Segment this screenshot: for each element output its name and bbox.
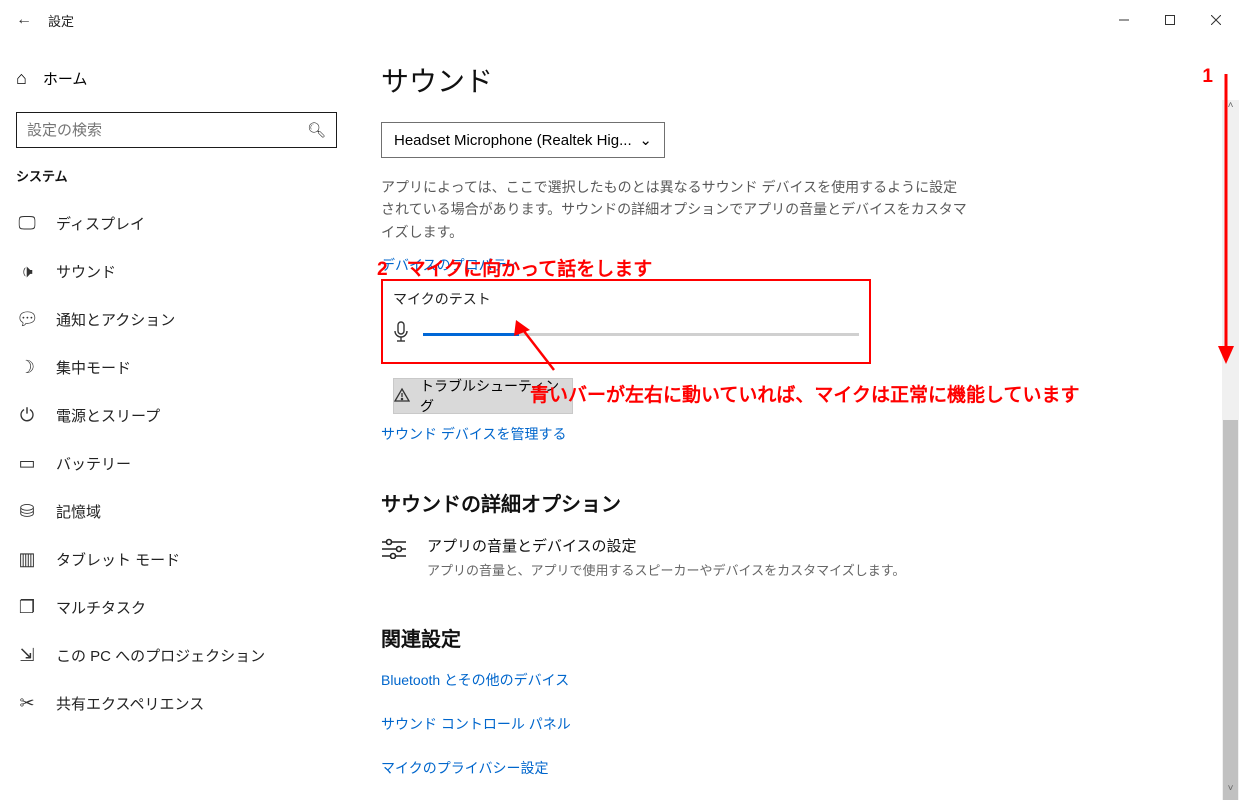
maximize-button[interactable] [1147, 0, 1193, 40]
scroll-up-button[interactable]: ˄ [1222, 100, 1239, 117]
sidebar-item-label: 通知とアクション [56, 309, 175, 330]
sidebar-item-label: ディスプレイ [56, 213, 145, 234]
mic-test-label: マイクのテスト [393, 289, 859, 309]
sidebar: ⌂ ホーム 🔍︎ システム 🖵 ディスプレイ 🕩 サウンド 💬︎ 通知とアクション ☽ 集中モ… [0, 40, 353, 800]
power-icon: ⏻ [16, 405, 38, 426]
sidebar-item-focus[interactable]: ☽ 集中モード [0, 343, 353, 391]
multi-icon: ❐ [16, 597, 38, 618]
sidebar-item-label: 記憶域 [56, 501, 101, 522]
page-title: サウンド [381, 60, 1239, 100]
sidebar-item-label: 電源とスリープ [56, 405, 160, 426]
sidebar-item-label: この PC へのプロジェクション [56, 645, 265, 666]
home-label: ホーム [43, 68, 88, 89]
scroll-down-button[interactable]: ˅ [1222, 783, 1239, 800]
chevron-down-icon: ⌄ [639, 131, 652, 149]
search-box[interactable]: 🔍︎ [16, 112, 337, 148]
main-content: サウンド Headset Microphone (Realtek Hig... … [353, 40, 1239, 800]
scrollbar-thumb[interactable] [1223, 420, 1238, 800]
share-icon: ✂ [16, 693, 38, 714]
troubleshoot-label: トラブルシューティング [420, 376, 572, 416]
window-title: 設定 [48, 11, 74, 30]
mic-test-box: マイクのテスト [381, 279, 871, 364]
device-properties-link[interactable]: デバイスのプロパティ [381, 255, 520, 275]
sidebar-item-tablet[interactable]: ▥ タブレット モード [0, 535, 353, 583]
related-link-2[interactable]: マイクのプライバシー設定 [381, 758, 1239, 778]
search-input[interactable] [27, 122, 307, 139]
sidebar-item-storage[interactable]: ⛁ 記憶域 [0, 487, 353, 535]
sidebar-category: システム [0, 166, 353, 185]
sound-icon: 🕩 [16, 261, 38, 282]
warning-icon [394, 387, 410, 406]
mic-level-fill [423, 333, 519, 336]
vertical-scrollbar[interactable]: ˄ ˅ [1222, 100, 1239, 800]
storage-icon: ⛁ [16, 501, 38, 522]
related-link-1[interactable]: サウンド コントロール パネル [381, 714, 1239, 734]
app-volume-settings[interactable]: アプリの音量とデバイスの設定 アプリの音量と、アプリで使用するスピーカーやデバイ… [381, 535, 1001, 579]
app-volume-title: アプリの音量とデバイスの設定 [427, 535, 905, 556]
input-device-dropdown[interactable]: Headset Microphone (Realtek Hig... ⌄ [381, 122, 665, 158]
title-bar: ← 設定 [0, 0, 1239, 40]
advanced-section-heading: サウンドの詳細オプション [381, 488, 1239, 517]
sidebar-item-display[interactable]: 🖵 ディスプレイ [0, 199, 353, 247]
sliders-icon [381, 535, 407, 579]
project-icon: ⇲ [16, 645, 38, 666]
close-button[interactable] [1193, 0, 1239, 40]
tablet-icon: ▥ [16, 549, 38, 570]
home-button[interactable]: ⌂ ホーム [0, 58, 353, 98]
sidebar-item-label: 集中モード [56, 357, 131, 378]
display-icon: 🖵 [16, 213, 38, 234]
sidebar-item-label: バッテリー [56, 453, 131, 474]
sidebar-item-power[interactable]: ⏻ 電源とスリープ [0, 391, 353, 439]
notify-icon: 💬︎ [16, 309, 38, 330]
manage-sound-devices-link[interactable]: サウンド デバイスを管理する [381, 424, 566, 444]
sidebar-item-label: サウンド [56, 261, 116, 282]
related-link-0[interactable]: Bluetooth とその他のデバイス [381, 670, 1239, 690]
dropdown-value: Headset Microphone (Realtek Hig... [394, 132, 639, 149]
sidebar-item-sound[interactable]: 🕩 サウンド [0, 247, 353, 295]
search-icon: 🔍︎ [307, 121, 326, 139]
microphone-icon [393, 321, 409, 348]
focus-icon: ☽ [16, 357, 38, 378]
sidebar-item-share[interactable]: ✂ 共有エクスペリエンス [0, 679, 353, 727]
sidebar-item-label: タブレット モード [56, 549, 180, 570]
sidebar-item-multi[interactable]: ❐ マルチタスク [0, 583, 353, 631]
minimize-button[interactable] [1101, 0, 1147, 40]
sidebar-item-project[interactable]: ⇲ この PC へのプロジェクション [0, 631, 353, 679]
sidebar-item-notify[interactable]: 💬︎ 通知とアクション [0, 295, 353, 343]
back-button[interactable]: ← [0, 11, 48, 29]
battery-icon: ▭ [16, 453, 38, 474]
input-device-description: アプリによっては、ここで選択したものとは異なるサウンド デバイスを使用するように… [381, 176, 971, 243]
related-section-heading: 関連設定 [381, 623, 1239, 652]
sidebar-item-battery[interactable]: ▭ バッテリー [0, 439, 353, 487]
sidebar-item-label: マルチタスク [56, 597, 146, 618]
troubleshoot-button[interactable]: トラブルシューティング [393, 378, 573, 414]
home-icon: ⌂ [16, 68, 27, 89]
mic-level-bar [423, 333, 859, 336]
app-volume-subtitle: アプリの音量と、アプリで使用するスピーカーやデバイスをカスタマイズします。 [427, 560, 905, 579]
sidebar-item-label: 共有エクスペリエンス [56, 693, 204, 714]
